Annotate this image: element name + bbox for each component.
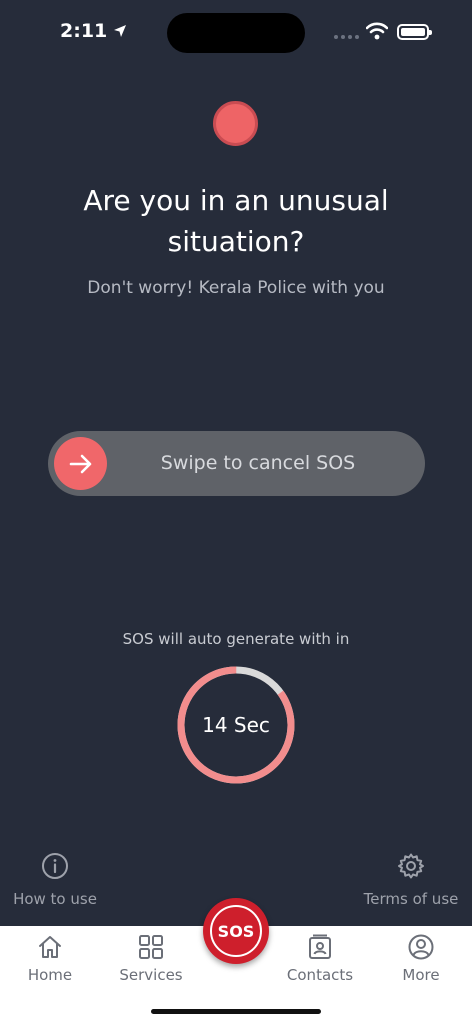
status-time: 2:11 — [60, 20, 127, 42]
status-bar: 2:11 — [0, 0, 472, 64]
alert-pulse-dot — [213, 101, 258, 146]
page-title: Are you in an unusual situation? — [83, 184, 389, 258]
home-icon — [39, 936, 61, 958]
wifi-icon — [366, 22, 388, 40]
location-arrow-icon — [114, 25, 127, 37]
dynamic-island — [167, 13, 305, 53]
user-circle-icon — [408, 934, 434, 960]
swipe-cancel-slider[interactable]: Swipe to cancel SOS — [48, 431, 425, 496]
sos-screen: 2:11 Are you in an unusual situation? Do… — [0, 0, 472, 1024]
grid-icon — [139, 935, 163, 959]
tab-home-label: Home — [27, 966, 73, 984]
countdown-value: 14 Sec — [202, 713, 270, 737]
info-icon — [42, 853, 68, 879]
how-to-use-label: How to use — [13, 890, 97, 908]
countdown-caption: SOS will auto generate with in — [122, 630, 350, 648]
arrow-right-icon — [69, 454, 91, 473]
tab-contacts[interactable]: Contacts — [275, 934, 365, 984]
tab-services-label: Services — [119, 966, 183, 984]
swipe-handle[interactable] — [54, 437, 107, 490]
tab-services[interactable]: Services — [106, 934, 196, 984]
terms-of-use-link[interactable]: Terms of use — [356, 852, 466, 908]
sos-button[interactable]: SOS — [203, 898, 269, 964]
swipe-label: Swipe to cancel SOS — [160, 452, 356, 474]
battery-icon — [397, 24, 432, 40]
how-to-use-link[interactable]: How to use — [8, 852, 102, 908]
home-indicator — [151, 1009, 321, 1014]
page-subtitle: Don't worry! Kerala Police with you — [87, 278, 385, 298]
tab-more-label: More — [402, 966, 440, 984]
tab-home[interactable]: Home — [5, 934, 95, 984]
status-time-text: 2:11 — [60, 20, 108, 42]
tab-contacts-label: Contacts — [286, 966, 354, 984]
contacts-icon — [309, 934, 331, 959]
tab-more[interactable]: More — [376, 934, 466, 984]
gear-icon — [398, 853, 424, 879]
terms-of-use-label: Terms of use — [363, 890, 459, 908]
cellular-signal-icon — [334, 35, 359, 39]
sos-button-label: SOS — [210, 905, 262, 957]
